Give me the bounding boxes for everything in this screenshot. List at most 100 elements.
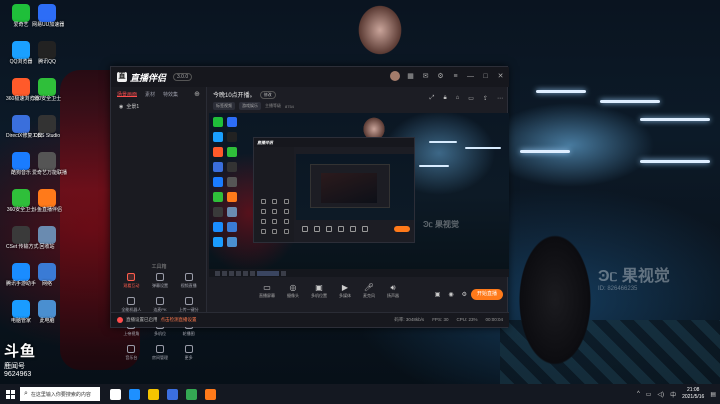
taskbar-clock[interactable]: 21:08 2021/5/16	[682, 387, 704, 401]
desktop-icon[interactable]: 回收站	[32, 226, 62, 250]
stream-preview[interactable]: 直播伴侣 Ͽᥴ 果视觉	[209, 113, 509, 277]
skin-icon[interactable]: ▦	[406, 72, 415, 80]
edge-icon[interactable]	[129, 388, 140, 400]
nested-control-icon	[314, 226, 320, 232]
desktop-icon[interactable]: 腾讯QQ	[32, 41, 62, 65]
source-control[interactable]: ◎ 摄像头	[287, 283, 299, 299]
tray-arrow-icon[interactable]: ^	[637, 391, 640, 397]
desktop-icon-label: OBS Studio	[33, 133, 61, 139]
network-tray-icon[interactable]: ▭	[646, 391, 652, 398]
volume-icon[interactable]: ◁)	[657, 391, 664, 398]
tool-item[interactable]: 弹幕设置	[146, 273, 175, 289]
desktop-icon[interactable]: 斗鱼直播伴侣	[32, 189, 62, 213]
add-scene-icon[interactable]: ⊕	[194, 90, 200, 98]
category-chip[interactable]: 游戏娱乐	[239, 102, 261, 110]
category-chip[interactable]: 标签视频	[213, 102, 235, 110]
douyu-task-icon[interactable]	[205, 388, 216, 400]
tool-item[interactable]: 房间管理	[146, 345, 175, 361]
tool-label: 房间管理	[151, 355, 168, 360]
nested-left-panel	[254, 147, 294, 242]
source-control[interactable]: ▶ 多媒体	[339, 283, 351, 299]
source-control[interactable]: 🔊︎ 扬声器	[387, 283, 399, 299]
desktop-icon[interactable]: 爱奇艺万能联播	[32, 152, 67, 176]
ime-icon[interactable]: 中	[670, 390, 676, 399]
eye-icon[interactable]: ◉	[119, 104, 123, 110]
menu-icon[interactable]: ≡	[451, 73, 460, 80]
wallpaper-light	[536, 90, 586, 93]
tool-item[interactable]: 视频直播	[174, 273, 203, 289]
source-control[interactable]: ▭ 直播屏幕	[259, 283, 275, 299]
desktop-icon[interactable]: OBS Studio	[32, 115, 62, 139]
file-explorer-icon[interactable]	[148, 388, 159, 400]
left-tabs: 场景画面 素材 特效集	[111, 87, 206, 101]
start-live-button[interactable]: 开始直播	[471, 289, 503, 300]
layout-icon[interactable]: ▭	[468, 95, 474, 102]
start-button[interactable]	[0, 384, 20, 404]
taskbar-search[interactable]: ⌕ 在这里输入你要搜索的内容	[20, 387, 100, 401]
360-security-icon	[38, 78, 56, 96]
desktop-icon[interactable]: 此电脑	[32, 300, 62, 324]
desktop-icon-label: 网易UU加速器	[32, 22, 65, 28]
preview-kugou-icon	[213, 177, 223, 187]
desktop-icon[interactable]: 360安全卫士	[32, 78, 62, 102]
preview-desktop-icons	[211, 115, 247, 265]
kugou-icon	[12, 152, 30, 170]
share-icon[interactable]: ⇪	[483, 95, 488, 102]
app-name: 直播伴侣	[130, 72, 167, 83]
tencent-game-icon	[12, 263, 30, 281]
clock-time: 21:08	[686, 387, 700, 393]
video-icon	[38, 152, 56, 170]
desktop-icon-label: 360安全卫士	[32, 96, 62, 102]
tool-item[interactable]: 更多	[174, 345, 203, 361]
store-icon[interactable]	[167, 388, 178, 400]
settings-icon[interactable]: ⚙	[436, 72, 445, 80]
desktop-icon-label: 回收站	[39, 244, 55, 250]
wallpaper-light	[600, 100, 660, 103]
stream-title[interactable]: 今晚10点开播。	[213, 90, 256, 99]
source-control[interactable]: 🎤︎ 麦克风	[363, 283, 375, 299]
desktop-icon[interactable]: 网络	[32, 263, 62, 287]
speaker-icon: 🔊︎	[390, 283, 396, 292]
nested-tool-icon	[283, 219, 289, 224]
message-icon[interactable]: ✉	[421, 72, 430, 80]
notification-icon[interactable]: ▤	[710, 391, 716, 398]
view-icon[interactable]: ◉	[448, 291, 453, 298]
lock-icon[interactable]: 🔒︎	[443, 95, 446, 102]
search-placeholder: 在这里输入你要搜索的内容	[30, 391, 91, 398]
preview-qq-browser-icon	[213, 132, 223, 142]
scene-row[interactable]: ◉ 全景1	[111, 101, 206, 112]
tool-item[interactable]: 观看互动	[117, 273, 146, 289]
tool-item[interactable]: 连麦PK	[146, 297, 175, 313]
more-icon[interactable]: ⋯	[497, 95, 503, 102]
edit-title-button[interactable]: 修改	[259, 90, 276, 99]
cpu: CPU: 23%	[456, 317, 478, 322]
fullscreen-icon[interactable]: ⤢	[430, 95, 435, 102]
left-tab[interactable]: 特效集	[163, 91, 178, 98]
minimize-icon[interactable]: —	[466, 73, 475, 80]
task-view-icon[interactable]	[110, 388, 121, 400]
left-tab[interactable]: 素材	[145, 91, 155, 98]
chrome-icon[interactable]	[186, 388, 197, 400]
unlock-icon[interactable]: ⌂	[456, 95, 460, 102]
desktop-icon[interactable]: 网易UU加速器	[32, 4, 65, 28]
source-control[interactable]: ▣ 多机位置	[311, 283, 327, 299]
status-link[interactable]: 点击检测直播设置	[161, 317, 197, 323]
uu-icon	[38, 4, 56, 22]
left-tab[interactable]: 场景画面	[117, 91, 138, 98]
douyu-icon	[38, 189, 56, 207]
close-icon[interactable]: ✕	[496, 72, 505, 80]
record-icon[interactable]: ▣	[435, 291, 441, 298]
tool-item[interactable]: 全能机器人	[117, 297, 146, 313]
media-icon: ▶	[341, 283, 349, 292]
user-avatar[interactable]	[390, 71, 400, 81]
version-badge[interactable]: 3.0.0	[173, 73, 193, 81]
preview-uu-icon	[227, 117, 237, 127]
maximize-icon[interactable]: □	[481, 73, 490, 80]
tool-item[interactable]: 上传一键分	[174, 297, 203, 313]
bitrate: 码率: 3048kb/s	[394, 317, 425, 322]
mic-icon: 🎤︎	[363, 283, 375, 292]
tool-item[interactable]: 音乐台	[117, 345, 146, 361]
settings-small-icon[interactable]: ⚙	[462, 291, 467, 298]
desktop-icon-label: 腾讯QQ	[38, 59, 56, 65]
nested-tool-icon	[283, 209, 289, 214]
